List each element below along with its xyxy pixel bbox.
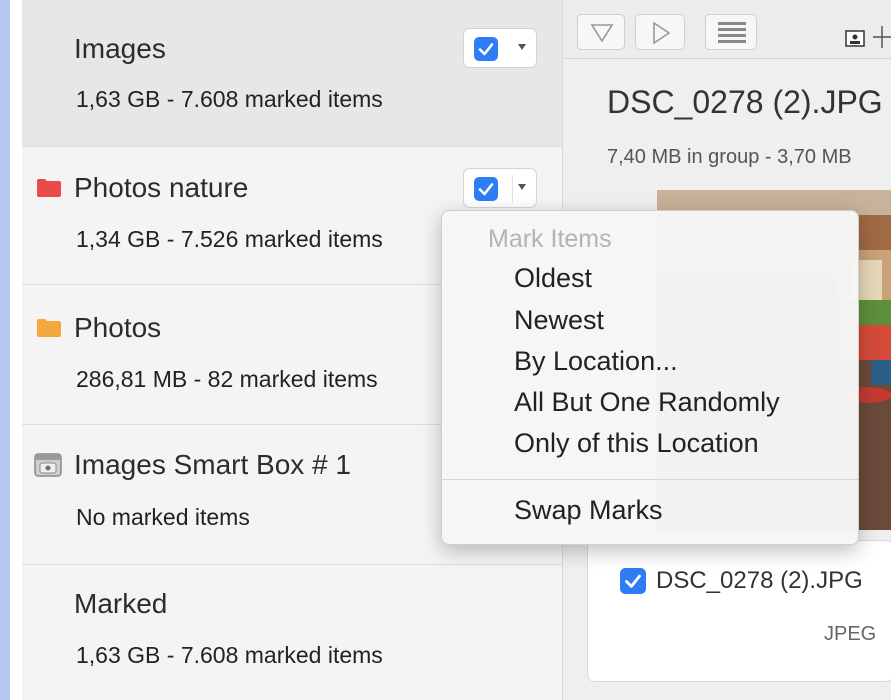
- folder-icon: [37, 179, 61, 197]
- folder-icon: [37, 319, 61, 337]
- card-file-name: DSC_0278 (2).JPG: [656, 567, 863, 594]
- play-icon: [653, 21, 671, 45]
- group-title: Images Smart Box # 1: [74, 449, 352, 480]
- group-title: Images: [74, 33, 166, 64]
- group-row-images[interactable]: Images 1,63 GB - 7.608 marked items: [22, 0, 562, 147]
- file-title: DSC_0278 (2).JPG: [607, 84, 883, 120]
- mark-control[interactable]: [463, 168, 537, 208]
- mark-items-menu: Mark Items Oldest Newest By Location... …: [441, 210, 859, 545]
- group-subtitle: 1,34 GB - 7.526 marked items: [76, 226, 383, 252]
- file-subtitle: 7,40 MB in group - 3,70 MB: [607, 146, 852, 168]
- slider-icon[interactable]: [873, 24, 891, 50]
- smartbox-icon: [34, 453, 62, 477]
- checkbox-checked-icon[interactable]: [474, 37, 498, 61]
- play-button[interactable]: [635, 14, 685, 50]
- group-title: Marked: [74, 588, 168, 619]
- image-icon[interactable]: [845, 30, 867, 48]
- chevron-down-icon[interactable]: [518, 44, 526, 50]
- group-title: Photos: [74, 312, 162, 343]
- group-subtitle: No marked items: [76, 504, 250, 530]
- checkbox-checked-icon[interactable]: [474, 177, 498, 201]
- group-subtitle: 1,63 GB - 7.608 marked items: [76, 86, 383, 112]
- menu-item-oldest[interactable]: Oldest: [514, 263, 592, 294]
- mark-control[interactable]: [463, 28, 537, 68]
- menu-item-swap-marks[interactable]: Swap Marks: [514, 495, 663, 526]
- filter-button[interactable]: [577, 14, 625, 50]
- card-file-type: JPEG: [824, 623, 877, 645]
- control-divider: [512, 175, 513, 203]
- list-view-button[interactable]: [705, 14, 757, 50]
- file-card[interactable]: DSC_0278 (2).JPG JPEG: [587, 540, 891, 682]
- toolbar: [563, 0, 891, 59]
- menu-item-all-but-one-randomly[interactable]: All But One Randomly: [514, 387, 780, 418]
- menu-item-newest[interactable]: Newest: [514, 305, 604, 336]
- menu-item-only-of-this-location[interactable]: Only of this Location: [514, 428, 759, 459]
- triangle-down-icon: [590, 24, 614, 43]
- group-subtitle: 1,63 GB - 7.608 marked items: [76, 642, 383, 668]
- group-row-marked[interactable]: Marked 1,63 GB - 7.608 marked items: [22, 564, 562, 700]
- group-subtitle: 286,81 MB - 82 marked items: [76, 366, 378, 392]
- window-gap: [10, 0, 22, 700]
- menu-separator: [442, 479, 858, 480]
- checkbox-checked-icon[interactable]: [620, 568, 646, 594]
- list-icon: [718, 22, 746, 43]
- menu-item-by-location[interactable]: By Location...: [514, 346, 678, 377]
- group-title: Photos nature: [74, 172, 249, 203]
- window-edge-strip: [0, 0, 10, 700]
- chevron-down-icon[interactable]: [518, 184, 526, 190]
- menu-header: Mark Items: [488, 225, 612, 253]
